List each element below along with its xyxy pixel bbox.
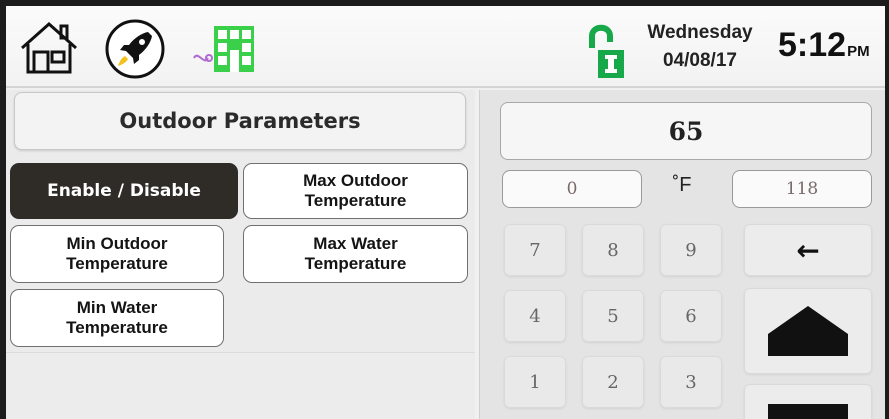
building-icon[interactable] (192, 20, 258, 76)
key-1[interactable]: 1 (504, 356, 566, 408)
max-water-temperature-button[interactable]: Max Water Temperature (243, 225, 468, 283)
lock-icon[interactable] (586, 22, 626, 80)
backspace-icon: ← (796, 233, 820, 267)
key-9[interactable]: 9 (660, 224, 722, 276)
parameter-panel: Outdoor Parameters Enable / Disable Max … (6, 90, 475, 352)
key-7[interactable]: 7 (504, 224, 566, 276)
enter-button[interactable] (744, 288, 872, 374)
time-label: 5:12 (778, 26, 847, 64)
value-display[interactable]: 65 (500, 102, 872, 160)
key-5[interactable]: 5 (582, 290, 644, 342)
home-icon[interactable] (18, 20, 80, 76)
lower-button[interactable] (744, 384, 872, 419)
max-value-display: 118 (732, 170, 872, 208)
backspace-button[interactable]: ← (744, 224, 872, 276)
max-outdoor-temperature-button[interactable]: Max Outdoor Temperature (243, 163, 468, 219)
rocket-icon[interactable] (104, 18, 166, 80)
key-3[interactable]: 3 (660, 356, 722, 408)
unit-label: ˚F (672, 174, 692, 196)
enable-disable-button[interactable]: Enable / Disable (10, 163, 238, 219)
clock: 5:12PM (778, 26, 870, 65)
ampm-label: PM (847, 43, 870, 60)
key-8[interactable]: 8 (582, 224, 644, 276)
screen: Wednesday 04/08/17 5:12PM Outdoor Parame… (6, 6, 885, 419)
min-outdoor-temperature-button[interactable]: Min Outdoor Temperature (10, 225, 224, 283)
lower-button-icon (768, 404, 848, 419)
key-2[interactable]: 2 (582, 356, 644, 408)
up-arrow-icon (768, 306, 848, 356)
keypad-panel: 65 0 ˚F 118 7 8 9 4 5 6 1 2 3 ← (479, 90, 885, 419)
panel-title: Outdoor Parameters (14, 92, 466, 150)
header-bar: Wednesday 04/08/17 5:12PM (6, 6, 885, 88)
day-label: Wednesday (647, 22, 753, 43)
key-4[interactable]: 4 (504, 290, 566, 342)
key-6[interactable]: 6 (660, 290, 722, 342)
panel-footer (6, 352, 475, 419)
date-label: 04/08/17 (663, 50, 737, 71)
min-water-temperature-button[interactable]: Min Water Temperature (10, 289, 224, 347)
min-value-display: 0 (502, 170, 642, 208)
